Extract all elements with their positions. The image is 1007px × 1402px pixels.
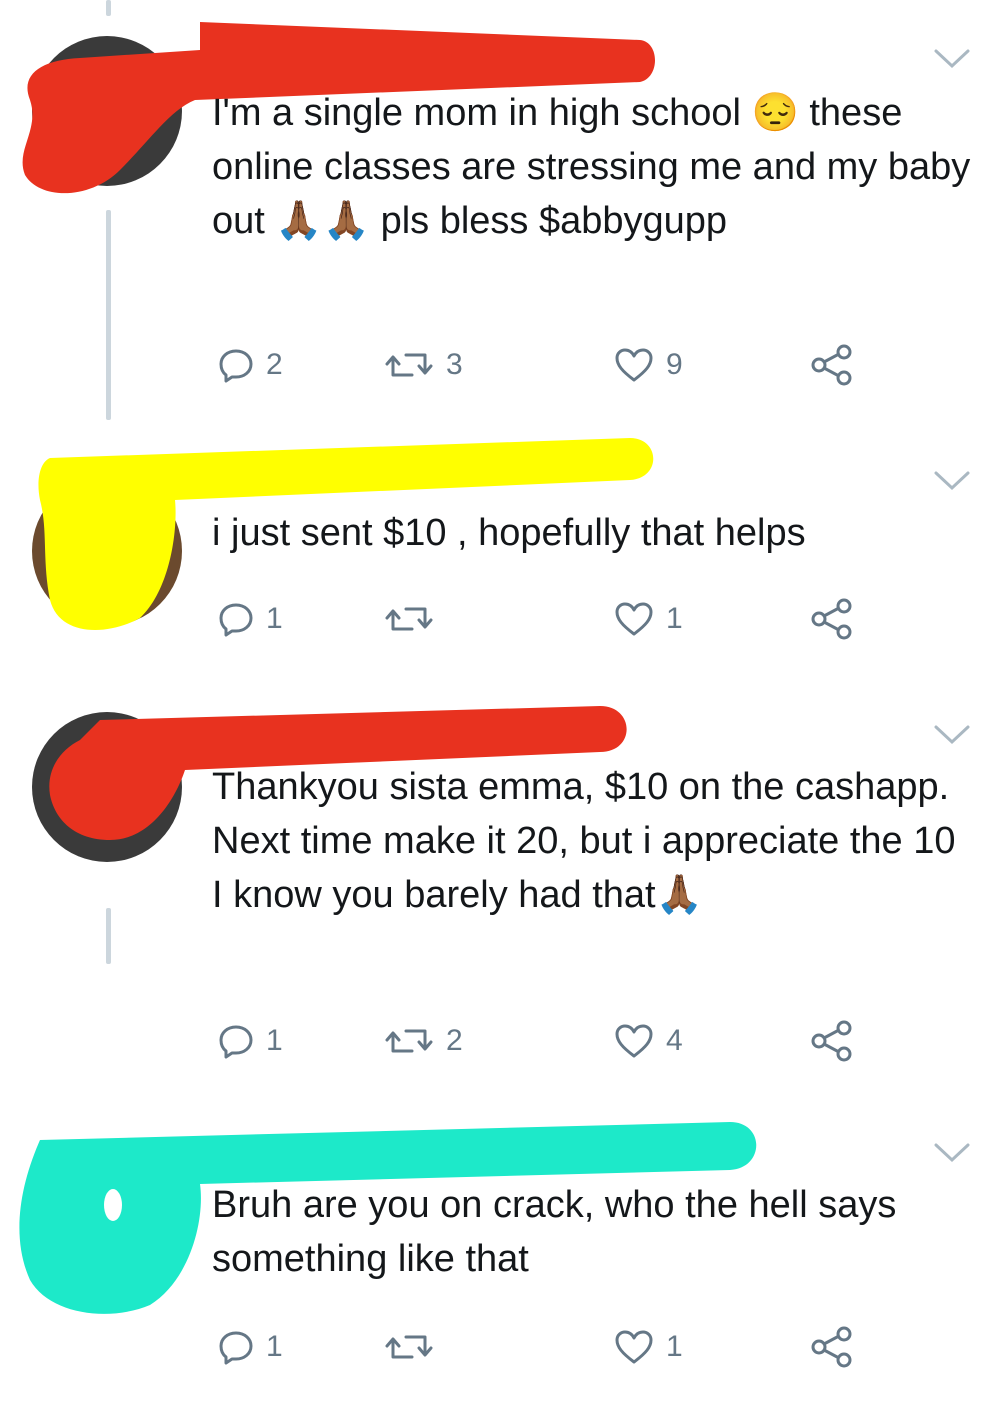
like-count: 9 [666, 348, 683, 381]
share-icon [811, 1326, 852, 1368]
chevron-down-icon[interactable] [932, 468, 972, 494]
chevron-down-icon[interactable] [932, 1140, 972, 1166]
tweet-4[interactable]: Bruh are you on crack, who the hell says… [0, 1110, 1007, 1402]
tweet-text: Thankyou sista emma, $10 on the cashapp.… [212, 766, 956, 916]
retweet-count: 3 [446, 348, 463, 381]
like-button[interactable]: 1 [614, 594, 683, 644]
chevron-down-icon[interactable] [932, 722, 972, 748]
retweet-button[interactable]: 2 [384, 1016, 463, 1066]
tweet-2[interactable]: i just sent $10 , hopefully that helps 1… [0, 430, 1007, 690]
tweet-actions: 2 3 9 [212, 340, 872, 390]
like-button[interactable]: 9 [614, 340, 683, 390]
like-icon [615, 1024, 653, 1058]
tweet-actions: 1 1 [212, 594, 872, 644]
reply-button[interactable]: 1 [218, 594, 283, 644]
like-button[interactable]: 4 [614, 1016, 683, 1066]
reply-count: 1 [266, 602, 283, 635]
tweet-text: i just sent $10 , hopefully that helps [212, 512, 806, 554]
like-count: 1 [666, 602, 683, 635]
tweet-3[interactable]: Thankyou sista emma, $10 on the cashapp.… [0, 690, 1007, 1110]
share-button[interactable] [810, 594, 854, 644]
retweet-button[interactable] [384, 1322, 446, 1372]
tweet-1[interactable]: I'm a single mom in high school 😔 these … [0, 0, 1007, 430]
like-count: 4 [666, 1024, 683, 1057]
share-button[interactable] [810, 340, 854, 390]
retweet-icon [385, 607, 433, 631]
reply-icon [219, 1025, 253, 1059]
like-icon [615, 348, 653, 382]
chevron-down-icon[interactable] [932, 46, 972, 72]
retweet-icon [385, 1029, 433, 1053]
reply-count: 1 [266, 1024, 283, 1057]
share-button[interactable] [810, 1322, 854, 1372]
reply-count: 1 [266, 1330, 283, 1363]
tweet-text: Bruh are you on crack, who the hell says… [212, 1184, 897, 1280]
share-icon [811, 598, 852, 640]
tweet-actions: 1 1 [212, 1322, 872, 1372]
like-icon [615, 602, 653, 636]
like-icon [615, 1330, 653, 1364]
like-count: 1 [666, 1330, 683, 1363]
tweet-actions: 1 2 4 [212, 1016, 872, 1066]
tweet-text: I'm a single mom in high school 😔 these … [212, 92, 971, 242]
share-icon [811, 344, 852, 386]
retweet-button[interactable]: 3 [384, 340, 463, 390]
reply-icon [219, 349, 253, 383]
share-button[interactable] [810, 1016, 854, 1066]
reply-icon [219, 1331, 253, 1365]
like-button[interactable]: 1 [614, 1322, 683, 1372]
reply-button[interactable]: 2 [218, 340, 283, 390]
reply-icon [219, 603, 253, 637]
reply-button[interactable]: 1 [218, 1322, 283, 1372]
reply-count: 2 [266, 348, 283, 381]
reply-button[interactable]: 1 [218, 1016, 283, 1066]
share-icon [811, 1020, 852, 1062]
retweet-count: 2 [446, 1024, 463, 1057]
retweet-button[interactable] [384, 594, 446, 644]
retweet-icon [385, 1335, 433, 1359]
retweet-icon [385, 353, 433, 377]
